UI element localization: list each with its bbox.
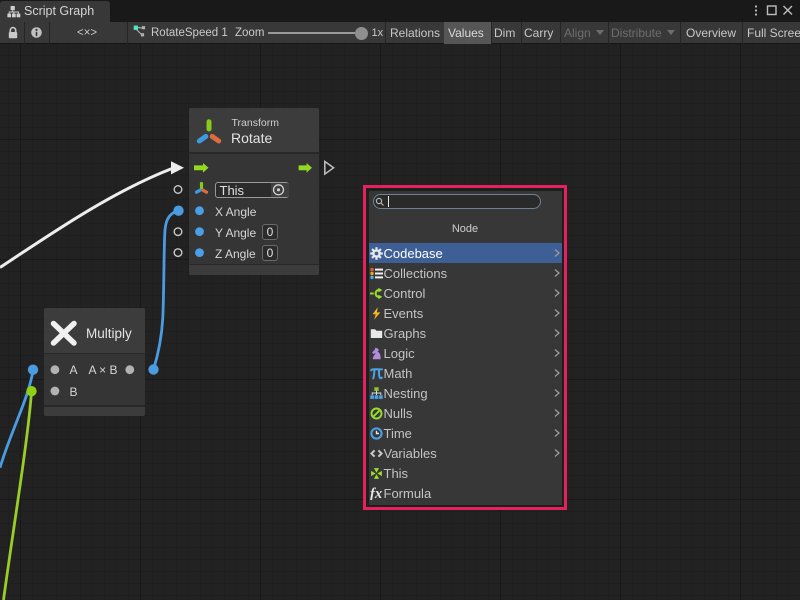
svg-text:fx: fx (370, 487, 382, 500)
